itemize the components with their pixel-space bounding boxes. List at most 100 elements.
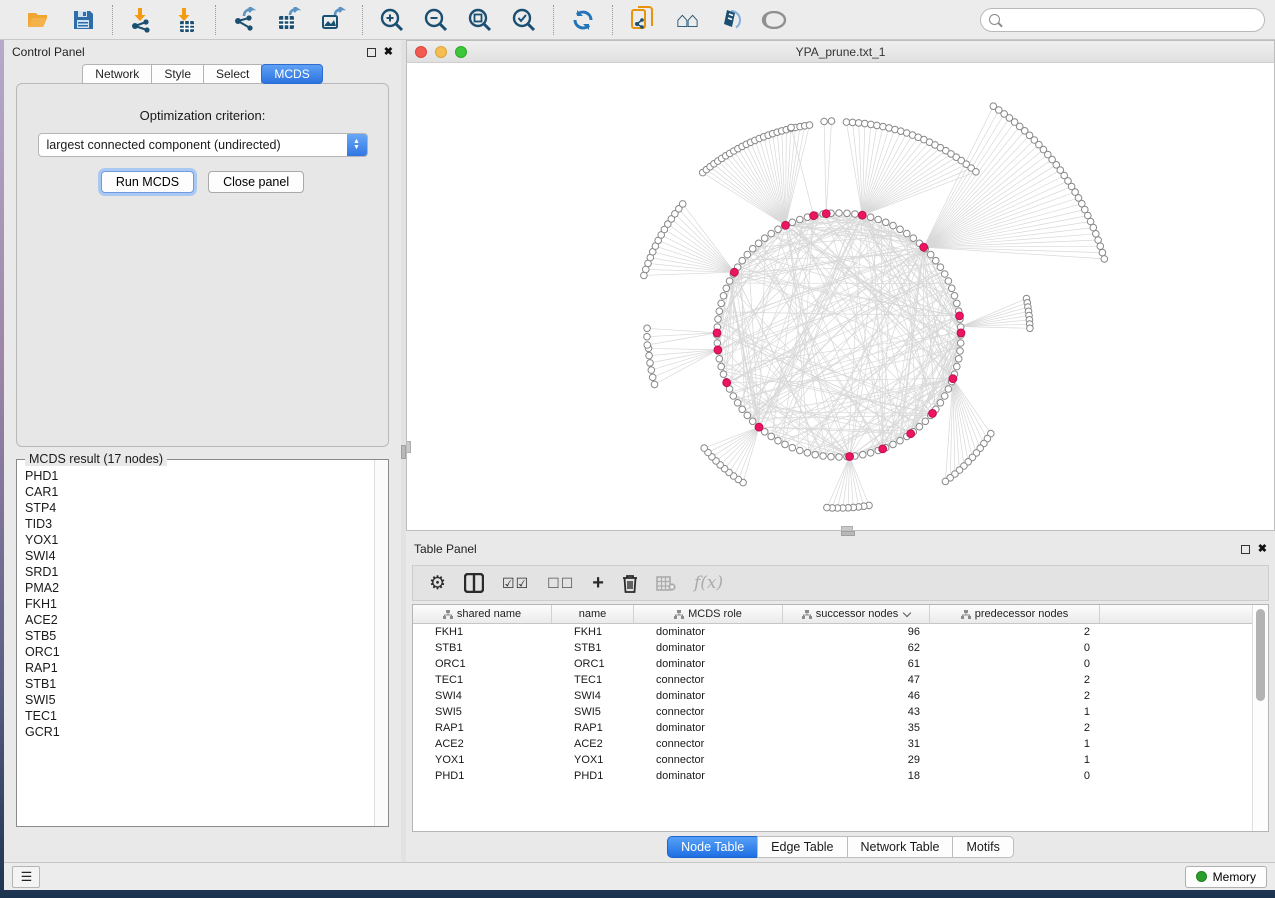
- add-column-icon[interactable]: +: [592, 573, 604, 593]
- column-header-shared-name[interactable]: shared name: [413, 605, 552, 623]
- cell-predecessor-nodes: 0: [930, 658, 1100, 670]
- table-row[interactable]: SWI5SWI5connector431: [413, 704, 1252, 720]
- search-field[interactable]: [980, 8, 1265, 32]
- mcds-result-node[interactable]: STB5: [25, 628, 374, 644]
- mcds-result-node[interactable]: ACE2: [25, 612, 374, 628]
- app-window: ⌂⌂ Control Panel ✖: [0, 0, 1275, 890]
- cell-shared-name: YOX1: [413, 754, 552, 766]
- window-close-icon[interactable]: [415, 46, 427, 58]
- mcds-result-node[interactable]: TEC1: [25, 708, 374, 724]
- cell-name: ORC1: [552, 658, 634, 670]
- canvas-left-grip[interactable]: [406, 441, 411, 453]
- table-row[interactable]: TEC1TEC1connector472: [413, 672, 1252, 688]
- tab-node-table[interactable]: Node Table: [667, 836, 758, 858]
- import-network-icon[interactable]: [127, 6, 157, 34]
- table-row[interactable]: PHD1PHD1dominator180: [413, 768, 1252, 784]
- horizontal-splitter[interactable]: [406, 531, 1275, 537]
- float-panel-icon[interactable]: [367, 48, 376, 57]
- close-panel-button[interactable]: Close panel: [208, 171, 304, 193]
- window-maximize-icon[interactable]: [455, 46, 467, 58]
- tab-mcds[interactable]: MCDS: [261, 64, 322, 84]
- label-visibility-icon[interactable]: [715, 6, 745, 34]
- optimization-criterion-select[interactable]: largest connected component (undirected)…: [38, 133, 368, 157]
- mcds-result-node[interactable]: PHD1: [25, 468, 374, 484]
- column-header-successor-nodes[interactable]: successor nodes: [783, 605, 930, 623]
- export-image-icon[interactable]: [318, 6, 348, 34]
- table-row[interactable]: FKH1FKH1dominator962: [413, 624, 1252, 640]
- mcds-result-node[interactable]: SWI4: [25, 548, 374, 564]
- hierarchy-icon: [443, 610, 453, 619]
- search-input[interactable]: [1005, 13, 1256, 27]
- close-panel-icon[interactable]: ✖: [1258, 544, 1267, 555]
- mcds-result-node[interactable]: SWI5: [25, 692, 374, 708]
- mcds-result-node[interactable]: TID3: [25, 516, 374, 532]
- new-network-from-selection-icon[interactable]: [627, 6, 657, 34]
- window-minimize-icon[interactable]: [435, 46, 447, 58]
- main-toolbar: ⌂⌂: [0, 0, 1275, 40]
- export-network-icon[interactable]: [230, 6, 260, 34]
- tab-motifs[interactable]: Motifs: [952, 836, 1013, 858]
- mcds-result-node[interactable]: RAP1: [25, 660, 374, 676]
- select-all-checkboxes-icon[interactable]: ☑☑: [502, 575, 529, 592]
- mcds-result-node[interactable]: YOX1: [25, 532, 374, 548]
- table-body: FKH1FKH1dominator962STB1STB1dominator620…: [413, 624, 1252, 784]
- search-icon: [989, 14, 1000, 25]
- tab-style[interactable]: Style: [151, 64, 204, 84]
- tab-edge-table[interactable]: Edge Table: [757, 836, 847, 858]
- close-panel-icon[interactable]: ✖: [384, 47, 393, 58]
- float-panel-icon[interactable]: [1241, 545, 1250, 554]
- open-file-icon[interactable]: [24, 6, 54, 34]
- table-row[interactable]: SWI4SWI4dominator462: [413, 688, 1252, 704]
- table-row[interactable]: STB1STB1dominator620: [413, 640, 1252, 656]
- column-header-name[interactable]: name: [552, 605, 634, 623]
- sort-desc-icon: [903, 608, 911, 616]
- mcds-result-node[interactable]: FKH1: [25, 596, 374, 612]
- network-graph[interactable]: [407, 63, 1275, 531]
- search-network-icon[interactable]: ⌂⌂: [671, 6, 701, 34]
- mcds-result-node[interactable]: PMA2: [25, 580, 374, 596]
- mcds-result-node[interactable]: STP4: [25, 500, 374, 516]
- task-history-button[interactable]: ☰: [12, 866, 40, 888]
- splitter-grip[interactable]: [841, 531, 855, 536]
- export-table-icon[interactable]: [274, 6, 304, 34]
- network-view-canvas[interactable]: [406, 62, 1275, 531]
- import-table-icon[interactable]: [171, 6, 201, 34]
- table-toolbar: ⚙ ☑☑ ☐☐ + f(x): [412, 565, 1269, 601]
- mcds-result-node[interactable]: STB1: [25, 676, 374, 692]
- delete-column-trash-icon[interactable]: [622, 574, 638, 593]
- table-row[interactable]: YOX1YOX1connector291: [413, 752, 1252, 768]
- zoom-fit-icon[interactable]: [465, 6, 495, 34]
- table-options-gear-icon[interactable]: ⚙: [429, 574, 446, 593]
- run-mcds-button[interactable]: Run MCDS: [101, 171, 194, 193]
- table-scrollbar[interactable]: [1252, 605, 1268, 831]
- mcds-result-node[interactable]: SRD1: [25, 564, 374, 580]
- table-row[interactable]: RAP1RAP1dominator352: [413, 720, 1252, 736]
- table-row[interactable]: ACE2ACE2connector311: [413, 736, 1252, 752]
- zoom-out-icon[interactable]: [421, 6, 451, 34]
- cell-predecessor-nodes: 0: [930, 642, 1100, 654]
- column-header-predecessor-nodes[interactable]: predecessor nodes: [930, 605, 1100, 623]
- hide-selected-eye-icon[interactable]: [759, 6, 789, 34]
- memory-label: Memory: [1213, 870, 1256, 884]
- result-list-scrollbar[interactable]: [374, 460, 388, 826]
- cell-MCDS-role: connector: [634, 738, 783, 750]
- mcds-tab-content: Optimization criterion: largest connecte…: [16, 83, 389, 447]
- table-scrollbar-thumb[interactable]: [1256, 609, 1265, 701]
- zoom-in-icon[interactable]: [377, 6, 407, 34]
- table-row[interactable]: ORC1ORC1dominator610: [413, 656, 1252, 672]
- tab-network[interactable]: Network: [82, 64, 152, 84]
- mcds-result-node[interactable]: ORC1: [25, 644, 374, 660]
- tab-select[interactable]: Select: [203, 64, 262, 84]
- refresh-icon[interactable]: [568, 6, 598, 34]
- deselect-all-checkboxes-icon[interactable]: ☐☐: [547, 575, 574, 592]
- memory-button[interactable]: Memory: [1185, 866, 1267, 888]
- mcds-result-node[interactable]: CAR1: [25, 484, 374, 500]
- column-header-MCDS-role[interactable]: MCDS role: [634, 605, 783, 623]
- zoom-selected-icon[interactable]: [509, 6, 539, 34]
- show-column-icon[interactable]: [464, 573, 484, 593]
- save-session-icon[interactable]: [68, 6, 98, 34]
- column-header-label: name: [579, 608, 607, 620]
- cell-name: YOX1: [552, 754, 634, 766]
- tab-network-table[interactable]: Network Table: [847, 836, 954, 858]
- mcds-result-node[interactable]: GCR1: [25, 724, 374, 740]
